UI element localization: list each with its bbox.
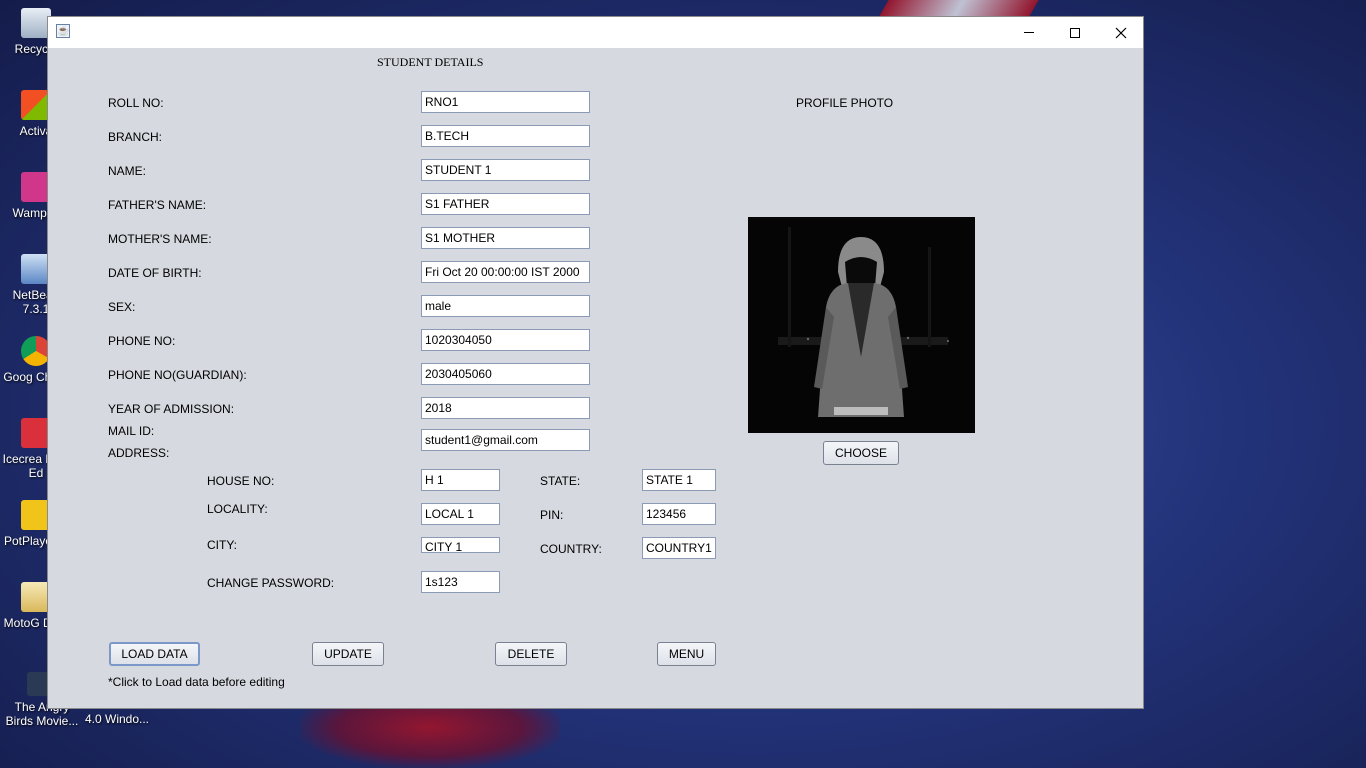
- hooded-figure-image: [748, 217, 975, 433]
- minimize-icon: [1024, 32, 1034, 33]
- load-hint-text: *Click to Load data before editing: [108, 675, 285, 689]
- title-bar[interactable]: ☕: [48, 17, 1143, 48]
- date-of-birth-field[interactable]: Fri Oct 20 00:00:00 IST 2000: [421, 261, 590, 283]
- house-no-label: HOUSE NO:: [207, 474, 275, 488]
- roll-no-field[interactable]: RNO1: [421, 91, 590, 113]
- sex-label: SEX:: [108, 300, 136, 314]
- desktop-icon-label: 4.0 Windo...: [84, 712, 150, 726]
- name-field[interactable]: STUDENT 1: [421, 159, 590, 181]
- update-button[interactable]: UPDATE: [312, 642, 384, 666]
- branch-field[interactable]: B.TECH: [421, 125, 590, 147]
- city-label: CITY:: [207, 538, 238, 552]
- mail-id-label: MAIL ID:: [108, 424, 155, 438]
- java-icon: ☕: [56, 24, 70, 38]
- city-field[interactable]: CITY 1: [421, 537, 500, 553]
- choose-photo-button[interactable]: CHOOSE: [823, 441, 899, 465]
- profile-photo: [748, 217, 975, 433]
- phone-no-field[interactable]: 1020304050: [421, 329, 590, 351]
- student-details-window: ☕ STUDENT DETAILS ROLL NO: RNO1 BRANCH: …: [47, 16, 1144, 709]
- name-label: NAME:: [108, 164, 147, 178]
- state-label: STATE:: [540, 474, 581, 488]
- country-label: COUNTRY:: [540, 542, 602, 556]
- date-of-birth-label: DATE OF BIRTH:: [108, 266, 202, 280]
- mothers-name-field[interactable]: S1 MOTHER: [421, 227, 590, 249]
- maximize-button[interactable]: [1052, 17, 1098, 48]
- year-of-admission-field[interactable]: 2018: [421, 397, 590, 419]
- mail-id-field[interactable]: student1@gmail.com: [421, 429, 590, 451]
- address-label: ADDRESS:: [108, 446, 170, 460]
- pin-label: PIN:: [540, 508, 564, 522]
- house-no-field[interactable]: H 1: [421, 469, 500, 491]
- state-field[interactable]: STATE 1: [642, 469, 716, 491]
- guardian-phone-field[interactable]: 2030405060: [421, 363, 590, 385]
- page-title: STUDENT DETAILS: [377, 55, 484, 69]
- profile-photo-label: PROFILE PHOTO: [796, 96, 894, 110]
- change-password-field[interactable]: 1s123: [421, 571, 500, 593]
- mothers-name-label: MOTHER'S NAME:: [108, 232, 212, 246]
- guardian-phone-label: PHONE NO(GUARDIAN):: [108, 368, 247, 382]
- wallpaper-decoration: [300, 700, 560, 768]
- roll-no-label: ROLL NO:: [108, 96, 164, 110]
- sex-field[interactable]: male: [421, 295, 590, 317]
- pin-field[interactable]: 123456: [642, 503, 716, 525]
- menu-button[interactable]: MENU: [657, 642, 716, 666]
- locality-label: LOCALITY:: [207, 502, 268, 516]
- form-content: STUDENT DETAILS ROLL NO: RNO1 BRANCH: B.…: [48, 48, 1143, 710]
- close-button[interactable]: [1098, 17, 1144, 48]
- year-of-admission-label: YEAR OF ADMISSION:: [108, 402, 235, 416]
- fathers-name-field[interactable]: S1 FATHER: [421, 193, 590, 215]
- branch-label: BRANCH:: [108, 130, 163, 144]
- load-data-button[interactable]: LOAD DATA: [109, 642, 200, 666]
- delete-button[interactable]: DELETE: [495, 642, 567, 666]
- maximize-icon: [1070, 27, 1080, 38]
- phone-no-label: PHONE NO:: [108, 334, 176, 348]
- close-icon: [1115, 27, 1127, 38]
- change-password-label: CHANGE PASSWORD:: [207, 576, 335, 590]
- fathers-name-label: FATHER'S NAME:: [108, 198, 207, 212]
- locality-field[interactable]: LOCAL 1: [421, 503, 500, 525]
- country-field[interactable]: COUNTRY1: [642, 537, 716, 559]
- minimize-button[interactable]: [1006, 17, 1052, 48]
